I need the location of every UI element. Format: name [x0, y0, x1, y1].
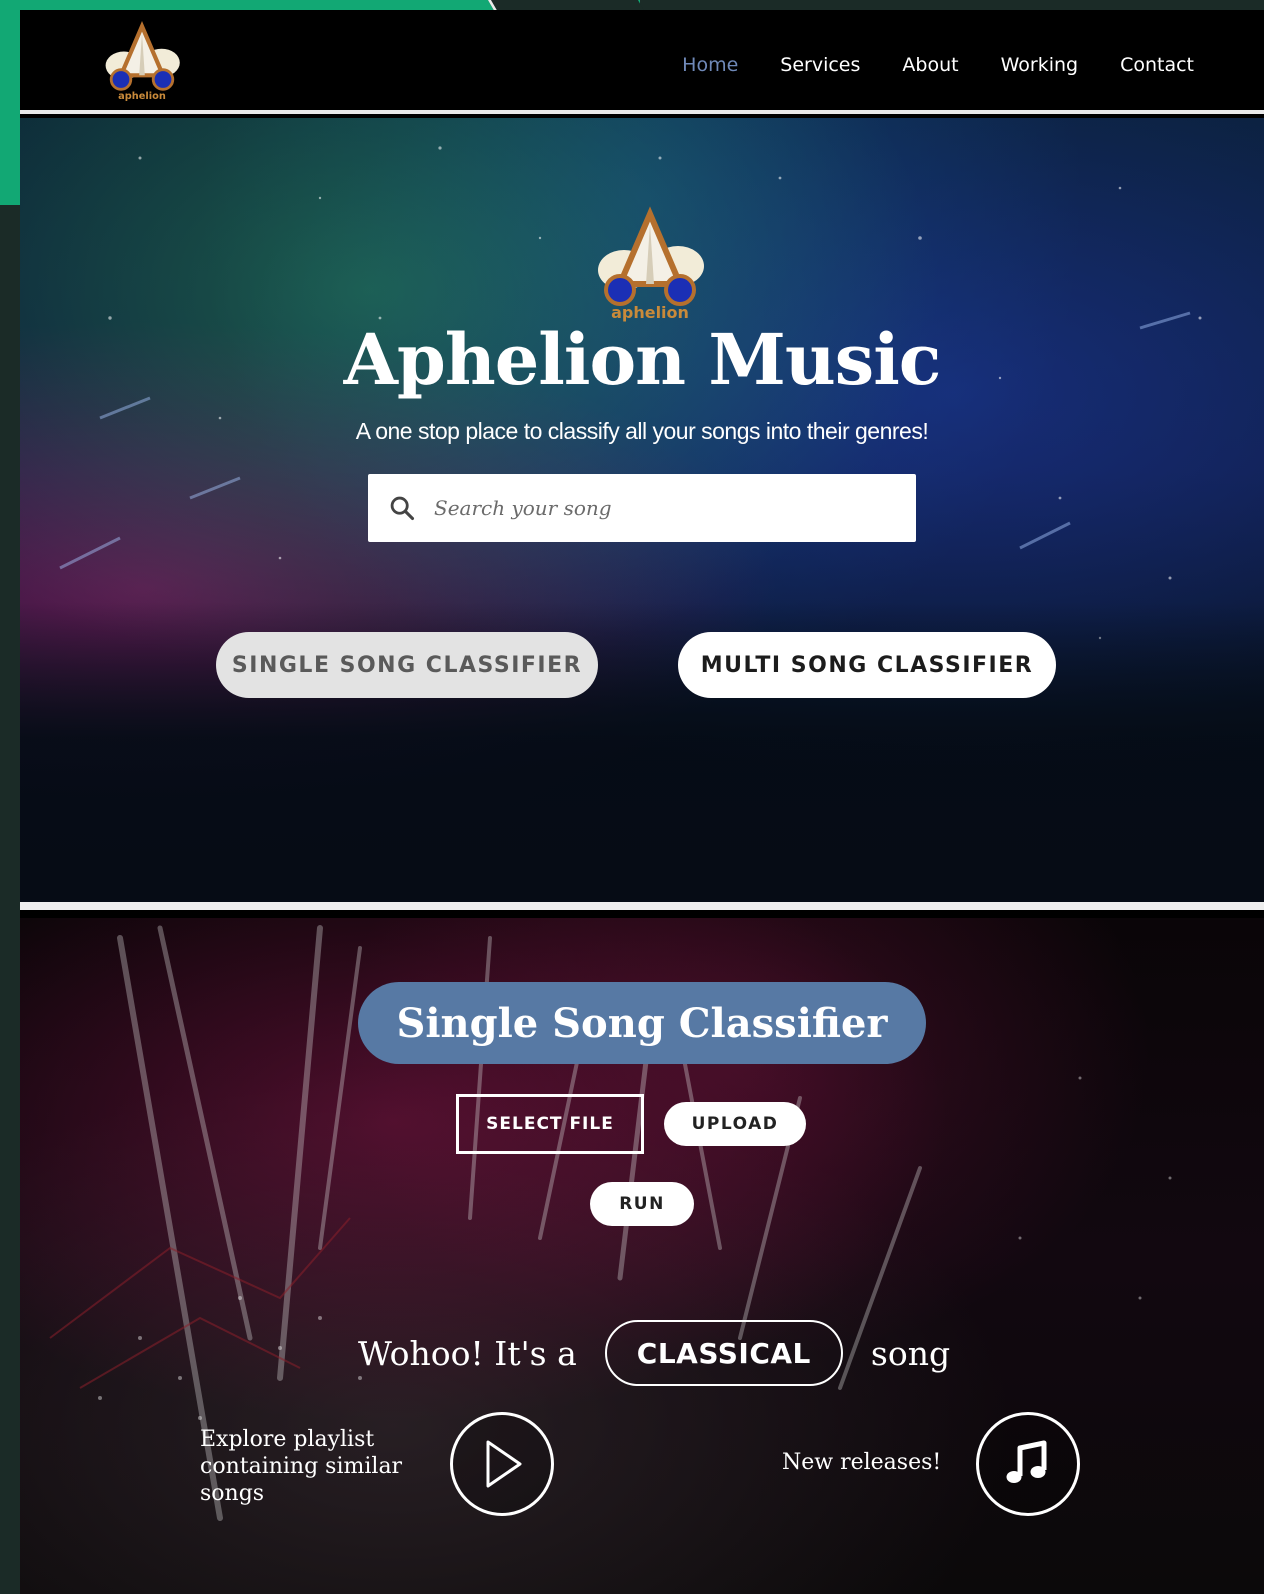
result-prefix: Wohoo! It's a — [358, 1333, 577, 1373]
hero-title: Aphelion Music — [343, 318, 942, 401]
search-icon — [390, 496, 415, 521]
genre-badge: CLASSICAL — [604, 1320, 843, 1386]
page: aphelion Home Services About Working Con… — [20, 10, 1264, 1594]
nav-working-link[interactable]: Working — [1001, 54, 1079, 76]
play-icon — [486, 1440, 522, 1488]
crowd-silhouette — [20, 602, 1264, 902]
single-song-classifier-button[interactable]: SINGLE SONG CLASSIFIER — [216, 632, 598, 698]
single-song-classifier-section: Single Song Classifier SELECT FILE UPLOA… — [20, 918, 1264, 1594]
new-releases-button[interactable] — [976, 1412, 1080, 1516]
multi-song-classifier-button[interactable]: MULTI SONG CLASSIFIER — [678, 632, 1056, 698]
classification-result: Wohoo! It's a CLASSICAL song — [358, 1318, 950, 1388]
search-input[interactable] — [434, 488, 874, 528]
upload-button[interactable]: UPLOAD — [664, 1102, 806, 1146]
music-note-icon — [1006, 1440, 1047, 1483]
nav-services-link[interactable]: Services — [780, 54, 860, 76]
explore-playlist-text: Explore playlist containing similar song… — [200, 1427, 403, 1506]
search-bar[interactable] — [368, 474, 916, 542]
hero-subtitle: A one stop place to classify all your so… — [355, 418, 929, 444]
aphelion-hero-logo: aphelion — [598, 206, 704, 322]
nav-about-link[interactable]: About — [902, 54, 958, 76]
select-file-button[interactable]: SELECT FILE — [456, 1094, 644, 1154]
hero-section: aphelion Aphelion Music A one stop place… — [20, 118, 1264, 910]
svg-text:aphelion: aphelion — [118, 91, 166, 102]
classifier-title: Single Song Classifier — [358, 982, 926, 1064]
navbar: aphelion Home Services About Working Con… — [20, 10, 1264, 114]
result-suffix: song — [870, 1333, 951, 1373]
window-side-accent — [0, 0, 20, 205]
nav-home-link[interactable]: Home — [682, 54, 738, 76]
play-playlist-button[interactable] — [450, 1412, 554, 1516]
run-button[interactable]: RUN — [590, 1182, 694, 1226]
nav-links: Home Services About Working Contact — [682, 54, 1194, 76]
aphelion-logo[interactable]: aphelion — [100, 20, 184, 104]
nav-contact-link[interactable]: Contact — [1120, 54, 1194, 76]
new-releases-text: New releases! — [782, 1450, 942, 1475]
